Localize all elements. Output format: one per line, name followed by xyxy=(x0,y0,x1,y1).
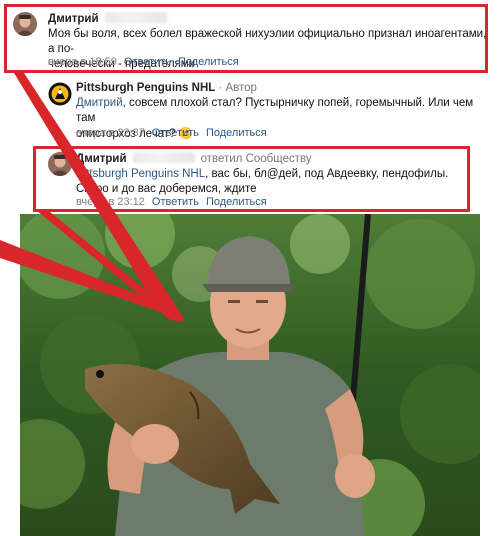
mention-link[interactable]: Дмитрий xyxy=(76,97,123,109)
share-button[interactable]: Поделиться xyxy=(206,127,267,139)
highlight-frame xyxy=(33,146,470,212)
comment-2: Pittsburgh Penguins NHL · Автор Дмитрий,… xyxy=(0,74,500,142)
fisherman-photo xyxy=(20,214,480,536)
comment-footer: вчера в 22:37 Ответить Поделиться xyxy=(76,127,267,139)
reply-button[interactable]: Ответить xyxy=(152,127,199,139)
author-name[interactable]: Pittsburgh Penguins NHL xyxy=(76,82,215,94)
highlight-frame xyxy=(4,4,488,73)
comment-text-line: , совсем плохой стал? Пустырничку попей,… xyxy=(76,97,474,124)
author-badge: · Автор xyxy=(215,82,257,94)
comment-author[interactable]: Pittsburgh Penguins NHL · Автор xyxy=(76,82,257,94)
comment-timestamp[interactable]: вчера в 22:37 xyxy=(76,127,145,139)
penguins-logo-icon[interactable] xyxy=(48,82,72,106)
